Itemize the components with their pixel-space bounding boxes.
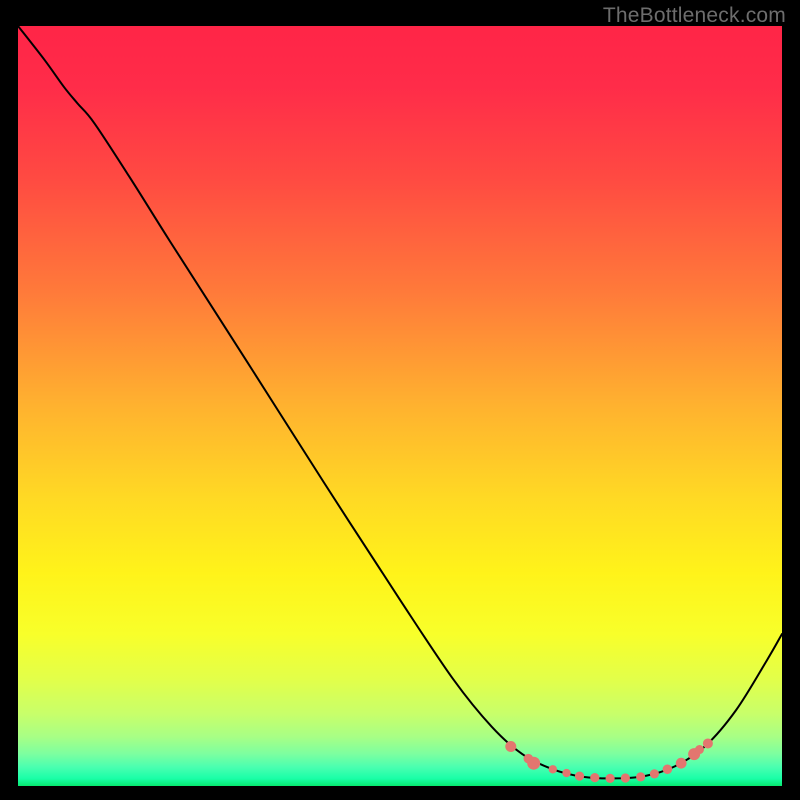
highlight-dot bbox=[703, 738, 713, 748]
gradient-background bbox=[18, 26, 782, 786]
highlight-dot bbox=[549, 765, 557, 773]
highlight-dot bbox=[606, 774, 615, 783]
plot-area bbox=[18, 26, 782, 786]
highlight-dot bbox=[636, 772, 645, 781]
highlight-dot bbox=[562, 769, 570, 777]
highlight-dot bbox=[650, 769, 659, 778]
highlight-dot bbox=[695, 745, 704, 754]
highlight-dot bbox=[505, 741, 516, 752]
chart-frame: TheBottleneck.com bbox=[0, 0, 800, 800]
watermark-text: TheBottleneck.com bbox=[603, 4, 786, 28]
highlight-dot bbox=[676, 758, 687, 769]
chart-svg bbox=[18, 26, 782, 786]
highlight-dot bbox=[663, 764, 673, 774]
highlight-dot bbox=[590, 773, 599, 782]
highlight-dot bbox=[527, 757, 540, 770]
highlight-dot bbox=[575, 772, 584, 781]
highlight-dot bbox=[621, 773, 630, 782]
